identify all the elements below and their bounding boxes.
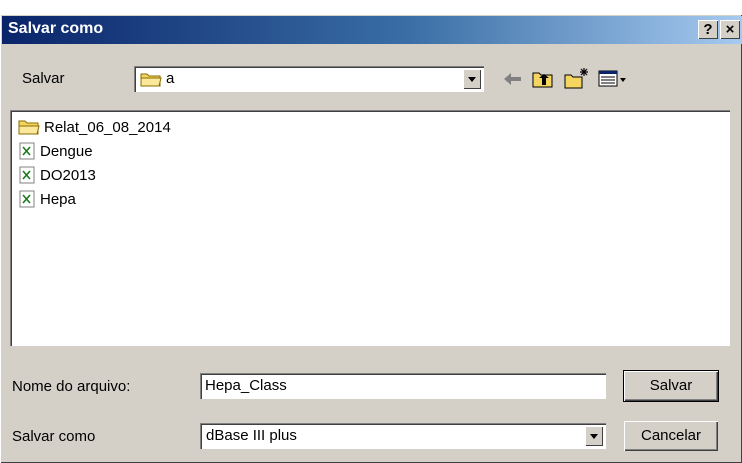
file-name: DO2013 (40, 166, 96, 184)
back-icon[interactable] (500, 66, 526, 92)
save-in-dropdown-arrow[interactable] (463, 69, 481, 89)
filename-input[interactable]: Hepa_Class (200, 373, 606, 399)
folder-icon (140, 73, 162, 87)
spreadsheet-file-icon (19, 166, 35, 184)
file-name: Hepa (40, 190, 76, 208)
file-name: Dengue (40, 142, 93, 160)
list-item[interactable]: Hepa (18, 188, 76, 210)
help-button[interactable]: ? (698, 20, 718, 39)
list-item[interactable]: Dengue (18, 140, 93, 162)
save-in-combo[interactable]: a (134, 66, 484, 92)
save-as-type-label: Salvar como (12, 428, 96, 445)
file-name: Relat_06_08_2014 (44, 118, 171, 136)
title-bar: Salvar como ? × (2, 16, 742, 44)
filename-label: Nome do arquivo: (12, 378, 131, 395)
spreadsheet-file-icon (19, 190, 35, 208)
save-as-type-dropdown-arrow[interactable] (585, 426, 603, 446)
close-button[interactable]: × (720, 20, 740, 39)
up-folder-icon[interactable] (530, 66, 556, 92)
list-item[interactable]: Relat_06_08_2014 (18, 116, 171, 138)
folder-icon (18, 120, 40, 135)
list-item[interactable]: DO2013 (18, 164, 96, 186)
filename-value: Hepa_Class (205, 377, 287, 394)
save-as-type-select[interactable]: dBase III plus (200, 423, 606, 449)
view-menu-icon[interactable] (596, 66, 630, 92)
dialog-title: Salvar como (8, 20, 104, 37)
file-list[interactable]: Relat_06_08_2014 Dengue DO2013 Hepa (10, 110, 730, 346)
new-folder-icon[interactable] (562, 66, 590, 92)
save-as-dialog: Salvar como ? × Salvar a Relat_06_08_201… (0, 14, 742, 463)
save-in-label: Salvar (22, 70, 65, 87)
save-as-type-value: dBase III plus (206, 427, 297, 444)
current-folder-name: a (166, 70, 175, 87)
cancel-button[interactable]: Cancelar (624, 421, 718, 451)
save-button[interactable]: Salvar (623, 370, 719, 402)
spreadsheet-file-icon (19, 142, 35, 160)
